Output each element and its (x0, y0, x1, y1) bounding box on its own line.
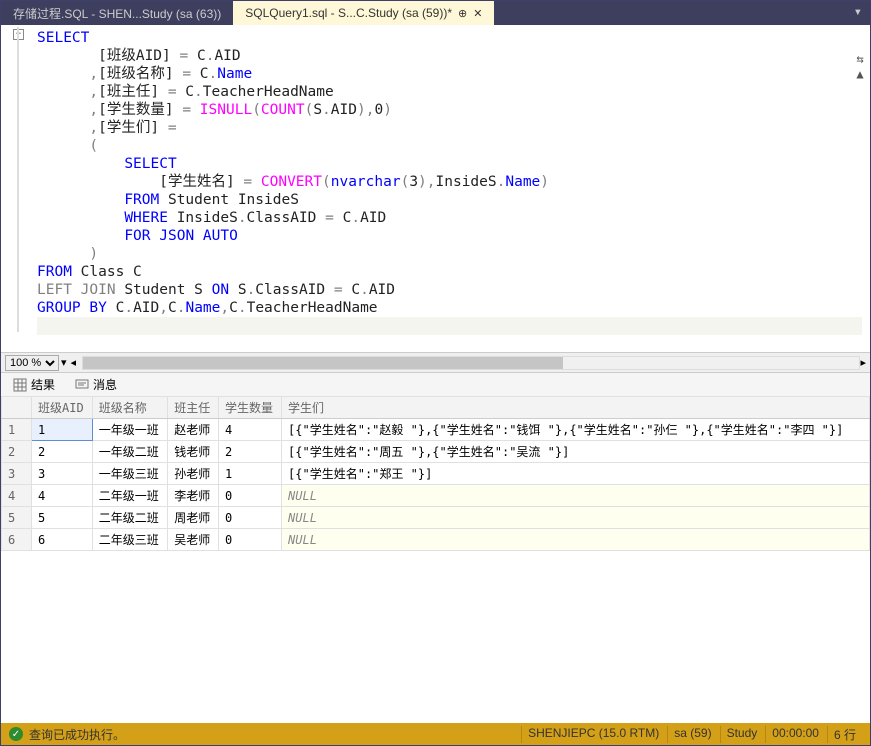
column-header[interactable]: 班级AID (32, 397, 93, 419)
file-tab-bar: 存储过程.SQL - SHEN...Study (sa (63)) SQLQue… (1, 1, 870, 25)
cell[interactable]: 3 (32, 463, 93, 485)
results-grid[interactable]: 班级AID班级名称班主任学生数量学生们11一年级一班赵老师4[{"学生姓名":"… (1, 396, 870, 723)
code-editor[interactable]: − SELECT [班级AID] = C.AID ,[班级名称] = C.Nam… (1, 25, 870, 352)
cell[interactable]: [{"学生姓名":"赵毅 "},{"学生姓名":"钱饵 "},{"学生姓名":"… (282, 419, 870, 441)
row-number[interactable]: 4 (2, 485, 32, 507)
tab-messages[interactable]: 消息 (71, 374, 121, 395)
cell[interactable]: 2 (32, 441, 93, 463)
cell[interactable]: 二年级三班 (92, 529, 168, 551)
zoom-select[interactable]: 100 % (5, 355, 59, 371)
status-rows: 6 行 (827, 726, 862, 743)
grid-icon (13, 378, 27, 392)
column-header[interactable] (2, 397, 32, 419)
cell[interactable]: 4 (218, 419, 281, 441)
cell[interactable]: 二年级一班 (92, 485, 168, 507)
tab-results-label: 结果 (31, 376, 55, 393)
tab-label: SQLQuery1.sql - S...C.Study (sa (59))* (245, 6, 452, 20)
cell[interactable]: 4 (32, 485, 93, 507)
tab-messages-label: 消息 (93, 376, 117, 393)
zoom-dropdown-icon[interactable]: ▾ (61, 356, 67, 369)
cell[interactable]: 吴老师 (168, 529, 219, 551)
table-row[interactable]: 44二年级一班李老师0NULL (2, 485, 870, 507)
editor-side-controls: ⇆ ▲ (852, 51, 868, 82)
cell[interactable]: 6 (32, 529, 93, 551)
status-bar: ✓ 查询已成功执行。 SHENJIEPC (15.0 RTM) sa (59) … (1, 723, 870, 745)
cell[interactable]: 一年级三班 (92, 463, 168, 485)
cell[interactable]: 钱老师 (168, 441, 219, 463)
results-tab-bar: 结果 消息 (1, 372, 870, 396)
cell[interactable]: NULL (282, 529, 870, 551)
table-row[interactable]: 66二年级三班吴老师0NULL (2, 529, 870, 551)
cell[interactable]: [{"学生姓名":"郑王 "}] (282, 463, 870, 485)
column-header[interactable]: 班主任 (168, 397, 219, 419)
tab-results[interactable]: 结果 (9, 374, 59, 395)
close-icon[interactable]: ✕ (473, 7, 482, 20)
cell[interactable]: [{"学生姓名":"周五 "},{"学生姓名":"吴流 "}] (282, 441, 870, 463)
file-tab-inactive[interactable]: 存储过程.SQL - SHEN...Study (sa (63)) (1, 1, 233, 25)
row-number[interactable]: 1 (2, 419, 32, 441)
cell[interactable]: 0 (218, 507, 281, 529)
scroll-left-icon[interactable]: ◂ (71, 356, 77, 369)
editor-content[interactable]: SELECT [班级AID] = C.AID ,[班级名称] = C.Name … (29, 25, 870, 352)
cell[interactable]: 1 (218, 463, 281, 485)
table-row[interactable]: 55二年级二班周老师0NULL (2, 507, 870, 529)
table-row[interactable]: 22一年级二班钱老师2[{"学生姓名":"周五 "},{"学生姓名":"吴流 "… (2, 441, 870, 463)
cell[interactable]: 5 (32, 507, 93, 529)
cell[interactable]: 赵老师 (168, 419, 219, 441)
table-row[interactable]: 11一年级一班赵老师4[{"学生姓名":"赵毅 "},{"学生姓名":"钱饵 "… (2, 419, 870, 441)
zoom-bar: 100 % ▾ ◂ ▸ (1, 352, 870, 372)
success-icon: ✓ (9, 727, 23, 741)
row-number[interactable]: 5 (2, 507, 32, 529)
tab-overflow-icon[interactable]: ▾ (846, 1, 870, 25)
row-number[interactable]: 3 (2, 463, 32, 485)
cell[interactable]: 一年级一班 (92, 419, 168, 441)
cell[interactable]: NULL (282, 507, 870, 529)
cell[interactable]: 二年级二班 (92, 507, 168, 529)
scroll-right-icon[interactable]: ▸ (860, 356, 866, 369)
pin-icon[interactable]: ⊕ (458, 7, 467, 20)
cell[interactable]: 孙老师 (168, 463, 219, 485)
status-db: Study (720, 726, 764, 743)
status-time: 00:00:00 (765, 726, 825, 743)
cell[interactable]: 周老师 (168, 507, 219, 529)
split-icon[interactable]: ⇆ (853, 52, 867, 66)
status-server: SHENJIEPC (15.0 RTM) (521, 726, 665, 743)
cell[interactable]: 2 (218, 441, 281, 463)
cell[interactable]: 一年级二班 (92, 441, 168, 463)
row-number[interactable]: 6 (2, 529, 32, 551)
h-scroll-thumb[interactable] (83, 357, 563, 369)
table-row[interactable]: 33一年级三班孙老师1[{"学生姓名":"郑王 "}] (2, 463, 870, 485)
cell[interactable]: NULL (282, 485, 870, 507)
file-tab-active[interactable]: SQLQuery1.sql - S...C.Study (sa (59))* ⊕… (233, 1, 494, 25)
status-right: SHENJIEPC (15.0 RTM) sa (59) Study 00:00… (521, 726, 862, 743)
gutter: − (1, 25, 29, 352)
cell[interactable]: 李老师 (168, 485, 219, 507)
h-scrollbar[interactable] (82, 356, 860, 370)
status-user: sa (59) (667, 726, 717, 743)
cell[interactable]: 0 (218, 485, 281, 507)
message-icon (75, 378, 89, 392)
cell[interactable]: 0 (218, 529, 281, 551)
cell[interactable]: 1 (32, 419, 93, 441)
result-table: 班级AID班级名称班主任学生数量学生们11一年级一班赵老师4[{"学生姓名":"… (1, 396, 870, 551)
column-header[interactable]: 班级名称 (92, 397, 168, 419)
status-message: 查询已成功执行。 (29, 726, 125, 743)
column-header[interactable]: 学生们 (282, 397, 870, 419)
scroll-up-icon[interactable]: ▲ (853, 67, 867, 81)
row-number[interactable]: 2 (2, 441, 32, 463)
column-header[interactable]: 学生数量 (218, 397, 281, 419)
fold-line (17, 27, 19, 332)
